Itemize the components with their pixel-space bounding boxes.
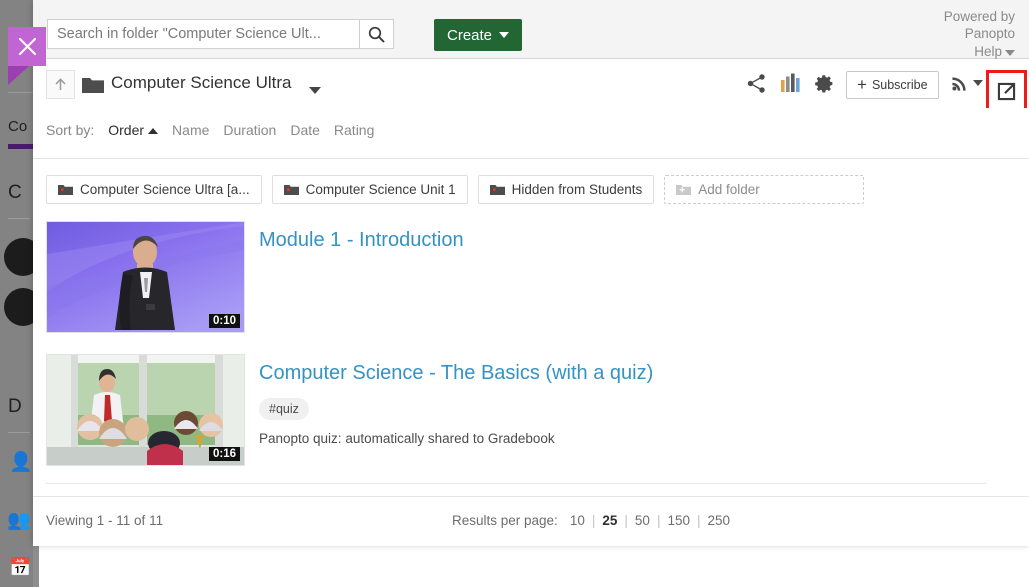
video-meta: Module 1 - Introduction bbox=[259, 221, 464, 333]
profile-icon: 👤 bbox=[9, 452, 33, 473]
powered-by-block: Powered by Panopto Help bbox=[944, 8, 1015, 60]
modal-topbar: Create Powered by Panopto Help bbox=[33, 0, 1029, 59]
subscribe-button-label: Subscribe bbox=[871, 78, 928, 92]
video-tag[interactable]: #quiz bbox=[259, 398, 309, 420]
search-button[interactable] bbox=[359, 19, 394, 49]
results-per-page-25[interactable]: 25 bbox=[595, 513, 624, 528]
add-folder-icon bbox=[676, 184, 692, 195]
folder-chip-list: Computer Science Ultra [a... Computer Sc… bbox=[46, 175, 865, 204]
create-button-label: Create bbox=[447, 26, 493, 44]
sort-item-order-label: Order bbox=[108, 122, 145, 138]
results-per-page: Results per page: 10 | 25 | 50 | 150 | 2… bbox=[452, 513, 737, 528]
open-in-new-window-button[interactable] bbox=[986, 70, 1027, 112]
content-area: Computer Science Ultra [a... Computer Sc… bbox=[33, 159, 1011, 496]
close-button[interactable] bbox=[8, 27, 46, 66]
chevron-down-icon bbox=[499, 32, 510, 38]
sort-item-duration[interactable]: Duration bbox=[223, 122, 276, 138]
calendar-icon: 📅 bbox=[9, 557, 32, 577]
help-chevron-down-icon bbox=[1005, 50, 1015, 56]
folder-chip-0-label: Computer Science Ultra [a... bbox=[80, 182, 250, 197]
modal-footer: Viewing 1 - 11 of 11 Results per page: 1… bbox=[33, 496, 1029, 546]
powered-by-line1: Powered by bbox=[943, 9, 1015, 24]
video-thumbnail[interactable]: 0:10 bbox=[46, 221, 245, 333]
search-icon bbox=[368, 26, 385, 42]
folder-chip-2-label: Hidden from Students bbox=[511, 182, 643, 197]
video-title[interactable]: Module 1 - Introduction bbox=[259, 227, 464, 253]
bg-label-3: D bbox=[8, 396, 22, 417]
help-link[interactable]: Help bbox=[974, 44, 1002, 59]
sort-bar: Sort by: Order Name Duration Date Rating bbox=[33, 108, 1029, 159]
group-icon: 👥 bbox=[7, 510, 31, 531]
powered-by-line2: Panopto bbox=[964, 26, 1015, 41]
page-title: Computer Science Ultra bbox=[111, 73, 292, 92]
video-duration: 0:16 bbox=[208, 447, 240, 461]
sort-item-order[interactable]: Order bbox=[108, 122, 159, 138]
row-divider bbox=[46, 483, 986, 484]
search-box bbox=[47, 19, 394, 51]
search-input[interactable] bbox=[47, 19, 359, 49]
folder-chip-1-label: Computer Science Unit 1 bbox=[305, 182, 456, 197]
close-button-tail bbox=[8, 66, 29, 85]
folder-chip-0[interactable]: Computer Science Ultra [a... bbox=[46, 175, 262, 204]
add-folder-chip[interactable]: Add folder bbox=[664, 175, 865, 204]
video-title[interactable]: Computer Science - The Basics (with a qu… bbox=[259, 360, 653, 386]
folder-icon bbox=[283, 184, 299, 195]
video-row: 0:10 Module 1 - Introduction bbox=[46, 221, 464, 333]
arrow-up-icon bbox=[55, 78, 66, 90]
results-per-page-150[interactable]: 150 bbox=[660, 513, 697, 528]
video-thumbnail[interactable]: 0:16 bbox=[46, 354, 245, 466]
subscribe-button[interactable]: + Subscribe bbox=[846, 71, 939, 99]
bg-label-2: C bbox=[8, 182, 22, 203]
results-per-page-250[interactable]: 250 bbox=[701, 513, 738, 528]
plus-icon: + bbox=[857, 75, 867, 94]
results-per-page-10[interactable]: 10 bbox=[563, 513, 592, 528]
folder-chip-1[interactable]: Computer Science Unit 1 bbox=[271, 175, 468, 204]
folder-icon bbox=[489, 184, 505, 195]
close-icon bbox=[18, 37, 36, 56]
sort-item-rating[interactable]: Rating bbox=[334, 122, 374, 138]
video-duration: 0:10 bbox=[208, 314, 240, 328]
sort-item-name[interactable]: Name bbox=[172, 122, 209, 138]
folder-icon bbox=[82, 76, 104, 98]
video-description: Panopto quiz: automatically shared to Gr… bbox=[259, 431, 555, 446]
folder-icon bbox=[58, 184, 73, 195]
folder-chevron-down-icon[interactable] bbox=[309, 81, 321, 99]
video-meta: Computer Science - The Basics (with a qu… bbox=[259, 354, 653, 466]
create-button[interactable]: Create bbox=[434, 19, 523, 51]
rss-chevron-down-icon bbox=[973, 79, 983, 86]
panopto-modal: Create Powered by Panopto Help Computer … bbox=[33, 0, 1029, 545]
sort-asc-arrow-icon bbox=[148, 128, 159, 134]
sort-item-date[interactable]: Date bbox=[290, 122, 320, 138]
sort-by-label: Sort by: bbox=[46, 122, 95, 138]
external-link-icon bbox=[997, 82, 1016, 100]
settings-gear-icon[interactable] bbox=[814, 73, 835, 94]
stats-icon[interactable] bbox=[780, 73, 802, 93]
share-icon[interactable] bbox=[746, 73, 767, 94]
add-folder-chip-label: Add folder bbox=[698, 182, 760, 197]
rss-button[interactable] bbox=[951, 73, 983, 92]
bg-divider-2 bbox=[8, 218, 30, 219]
folder-header: Computer Science Ultra + Subscribe bbox=[33, 59, 1029, 112]
bg-divider-3 bbox=[8, 432, 30, 433]
results-per-page-50[interactable]: 50 bbox=[628, 513, 657, 528]
video-row: 0:16 Computer Science - The Basics (with… bbox=[46, 354, 653, 466]
results-per-page-label: Results per page: bbox=[452, 513, 558, 528]
folder-chip-2[interactable]: Hidden from Students bbox=[477, 175, 655, 204]
viewing-count: Viewing 1 - 11 of 11 bbox=[46, 513, 164, 528]
rss-icon bbox=[952, 77, 966, 91]
go-up-button[interactable] bbox=[46, 70, 75, 99]
